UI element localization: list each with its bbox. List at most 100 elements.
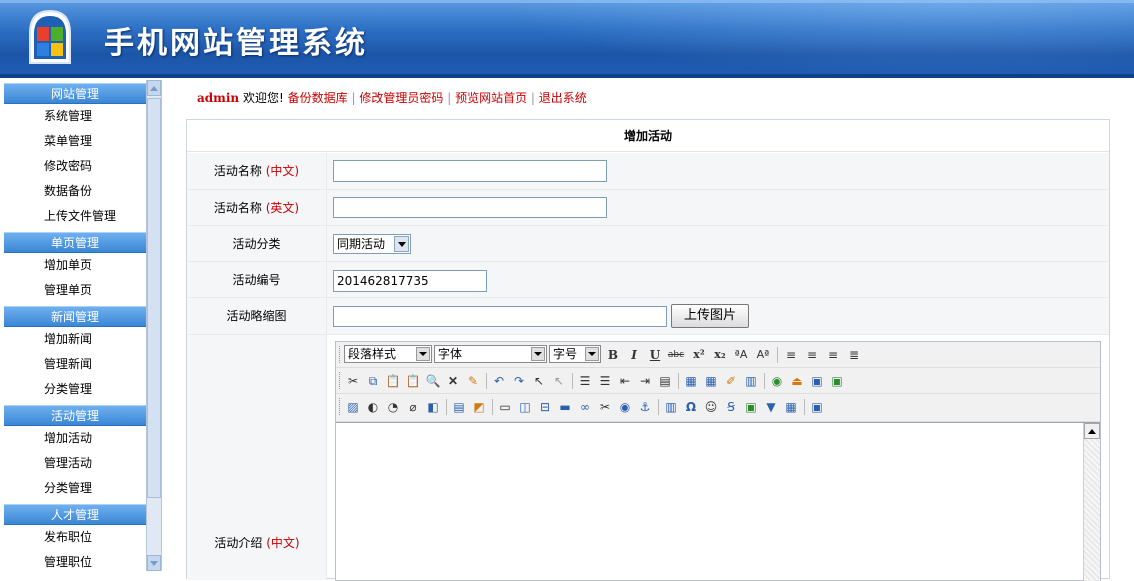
- select-icon[interactable]: ↖: [530, 372, 548, 390]
- special-char-icon[interactable]: Ω: [682, 398, 700, 416]
- sidebar-item-news-categories[interactable]: 分类管理: [4, 377, 146, 402]
- blockquote-icon[interactable]: ▤: [656, 372, 674, 390]
- editor-scrollbar[interactable]: [1083, 423, 1100, 581]
- superscript-icon[interactable]: x²: [690, 346, 708, 364]
- align-center-icon[interactable]: ≡: [803, 346, 821, 364]
- change-admin-password-link[interactable]: 修改管理员密码: [359, 91, 443, 105]
- scroll-down-button[interactable]: [147, 555, 161, 571]
- name-en-input[interactable]: [333, 197, 607, 218]
- sidebar-item-manage-pages[interactable]: 管理单页: [4, 278, 146, 303]
- backup-db-link[interactable]: 备份数据库: [288, 91, 348, 105]
- sidebar-item-menu[interactable]: 菜单管理: [4, 129, 146, 154]
- layer-icon[interactable]: ◩: [470, 398, 488, 416]
- globe-icon[interactable]: ◉: [768, 372, 786, 390]
- horizontal-rule-icon[interactable]: ⊟: [536, 398, 554, 416]
- align-justify-icon[interactable]: ≣: [845, 346, 863, 364]
- sidebar-item-password[interactable]: 修改密码: [4, 154, 146, 179]
- undo-icon[interactable]: ↶: [490, 372, 508, 390]
- font-select[interactable]: 字体: [434, 345, 547, 363]
- excel-import-icon[interactable]: ▣: [828, 372, 846, 390]
- bg-color-icon[interactable]: ▦: [702, 372, 720, 390]
- redo-icon[interactable]: ↷: [510, 372, 528, 390]
- find-icon[interactable]: 🔍: [424, 372, 442, 390]
- delete-icon[interactable]: ✕: [444, 372, 462, 390]
- indent-icon[interactable]: ⇥: [636, 372, 654, 390]
- cut-icon[interactable]: ✂: [344, 372, 362, 390]
- excel-icon[interactable]: ▣: [742, 398, 760, 416]
- flash-icon[interactable]: ◐: [364, 398, 382, 416]
- sidebar-item-upload-files[interactable]: 上传文件管理: [4, 204, 146, 229]
- thumbnail-path-input[interactable]: [333, 306, 667, 327]
- scroll-up-button[interactable]: [1084, 423, 1100, 439]
- email-link-icon[interactable]: ◉: [616, 398, 634, 416]
- sidebar-item-backup[interactable]: 数据备份: [4, 179, 146, 204]
- row-category: 活动分类 同期活动: [187, 226, 1109, 262]
- ordered-list-icon[interactable]: ☰: [576, 372, 594, 390]
- sidebar-section-site[interactable]: 网站管理: [4, 83, 146, 104]
- upload-icon[interactable]: ⏏: [788, 372, 806, 390]
- paragraph-style-select[interactable]: 段落样式: [344, 345, 432, 363]
- upload-image-button[interactable]: 上传图片: [671, 304, 749, 328]
- save-icon[interactable]: ▣: [808, 398, 826, 416]
- sidebar-item-manage-news[interactable]: 管理新闻: [4, 352, 146, 377]
- code-icon[interactable]: ▥: [662, 398, 680, 416]
- sidebar-section-news[interactable]: 新闻管理: [4, 306, 146, 327]
- font-size-select[interactable]: 字号: [549, 345, 601, 363]
- image-upload-icon[interactable]: ▼: [762, 398, 780, 416]
- number-input[interactable]: 201462817735: [333, 270, 487, 292]
- fieldset-icon[interactable]: ◫: [516, 398, 534, 416]
- sidebar-item-event-categories[interactable]: 分类管理: [4, 476, 146, 501]
- sidebar-section-jobs[interactable]: 人才管理: [4, 504, 146, 525]
- date-icon[interactable]: ▭: [496, 398, 514, 416]
- paste-text-icon[interactable]: 📋: [404, 372, 422, 390]
- name-cn-input[interactable]: [333, 160, 607, 182]
- strikethrough-icon[interactable]: abc: [667, 346, 685, 364]
- subscript-icon[interactable]: x₂: [711, 346, 729, 364]
- scroll-thumb[interactable]: [147, 98, 161, 498]
- table-icon[interactable]: ▤: [450, 398, 468, 416]
- unlink-icon[interactable]: ✂: [596, 398, 614, 416]
- italic-icon[interactable]: I: [625, 346, 643, 364]
- paste-icon[interactable]: 📋: [384, 372, 402, 390]
- preview-site-link[interactable]: 预览网站首页: [455, 91, 527, 105]
- sidebar-item-post-job[interactable]: 发布职位: [4, 525, 146, 550]
- lowercase-icon[interactable]: ªA: [732, 346, 750, 364]
- outdent-icon[interactable]: ⇤: [616, 372, 634, 390]
- word-import-icon[interactable]: ▣: [808, 372, 826, 390]
- image-icon[interactable]: ▨: [344, 398, 362, 416]
- bullet-list-icon[interactable]: ☰: [596, 372, 614, 390]
- sidebar-item-system[interactable]: 系统管理: [4, 104, 146, 129]
- sidebar-item-add-page[interactable]: 增加单页: [4, 253, 146, 278]
- sidebar-item-manage-events[interactable]: 管理活动: [4, 451, 146, 476]
- sidebar-section-pages[interactable]: 单页管理: [4, 232, 146, 253]
- sidebar-scrollbar[interactable]: [146, 80, 162, 571]
- emoticon-icon[interactable]: ☺: [702, 398, 720, 416]
- sidebar-section-events[interactable]: 活动管理: [4, 405, 146, 426]
- align-right-icon[interactable]: ≡: [824, 346, 842, 364]
- anchor-icon[interactable]: ⚓: [636, 398, 654, 416]
- sidebar-item-add-event[interactable]: 增加活动: [4, 426, 146, 451]
- underline-icon[interactable]: U: [646, 346, 664, 364]
- align-left-icon[interactable]: ≡: [782, 346, 800, 364]
- select-all-icon[interactable]: ↖: [550, 372, 568, 390]
- marquee-icon[interactable]: ▬: [556, 398, 574, 416]
- copy-icon[interactable]: ⧉: [364, 372, 382, 390]
- clear-icon[interactable]: ▥: [742, 372, 760, 390]
- sidebar-item-manage-jobs[interactable]: 管理职位: [4, 550, 146, 571]
- attachment-icon[interactable]: ⌀: [404, 398, 422, 416]
- logout-link[interactable]: 退出系统: [539, 91, 587, 105]
- grid-icon[interactable]: ▦: [782, 398, 800, 416]
- format-brush-icon[interactable]: ✐: [722, 372, 740, 390]
- scroll-up-button[interactable]: [147, 80, 161, 96]
- bold-icon[interactable]: B: [604, 346, 622, 364]
- insert-file-icon[interactable]: ◧: [424, 398, 442, 416]
- text-color-icon[interactable]: ▦: [682, 372, 700, 390]
- category-select[interactable]: 同期活动: [333, 234, 411, 254]
- link-icon[interactable]: ∞: [576, 398, 594, 416]
- media-icon[interactable]: ◔: [384, 398, 402, 416]
- clear-format-icon[interactable]: ✎: [464, 372, 482, 390]
- editor-content-area[interactable]: [336, 422, 1100, 581]
- art-text-icon[interactable]: Ꞩ: [722, 398, 740, 416]
- sidebar-item-add-news[interactable]: 增加新闻: [4, 327, 146, 352]
- uppercase-icon[interactable]: Aª: [754, 346, 772, 364]
